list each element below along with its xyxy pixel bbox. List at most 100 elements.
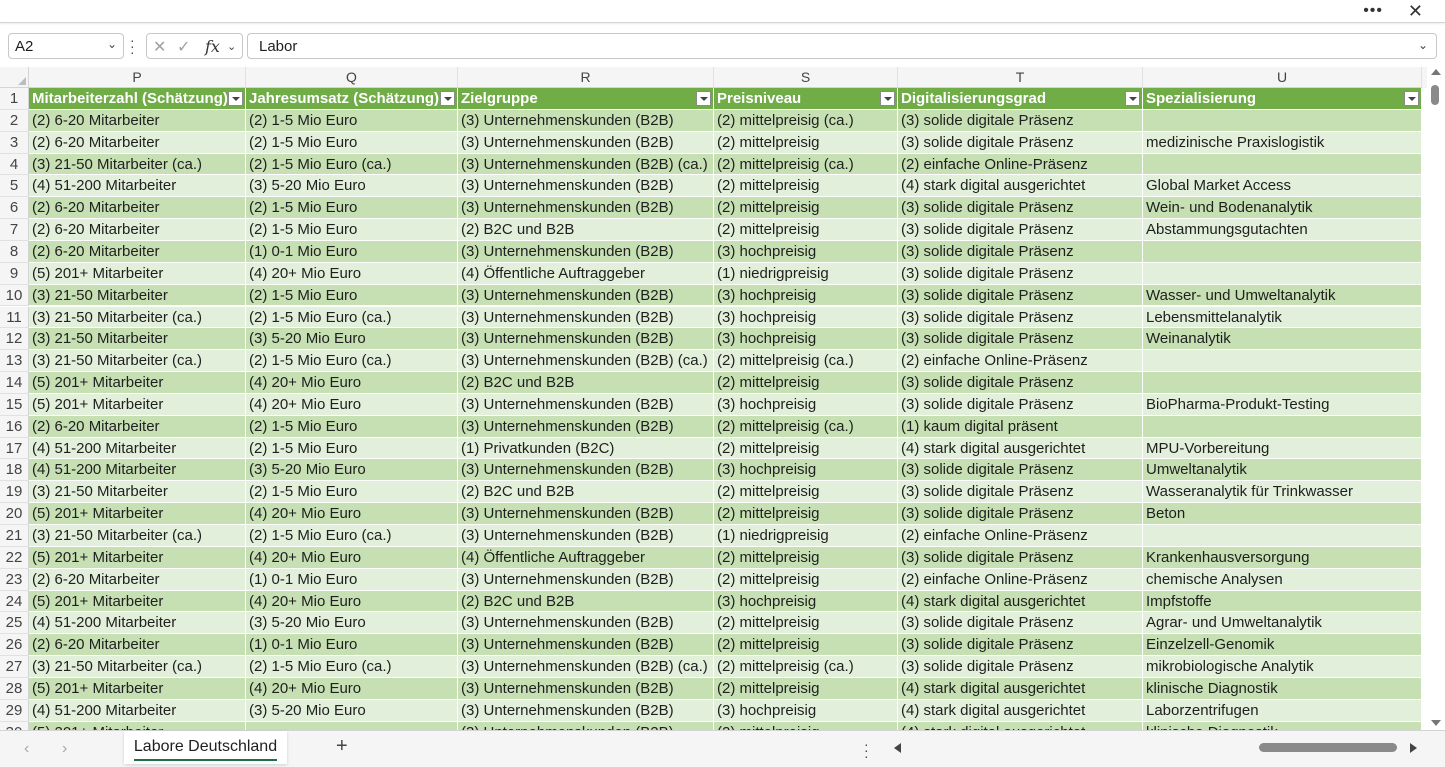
table-cell[interactable]: (2) mittelpreisig [714, 131, 898, 154]
row-number[interactable]: 9 [0, 262, 29, 285]
table-cell[interactable]: (1) niedrigpreisig [714, 525, 898, 547]
table-cell[interactable]: (2) einfache Online-Präsenz [898, 153, 1143, 176]
table-cell[interactable]: Impfstoffe [1143, 590, 1422, 613]
table-cell[interactable]: (2) 6-20 Mitarbeiter [29, 131, 246, 154]
table-cell[interactable]: (3) Unternehmenskunden (B2B) [458, 328, 714, 351]
table-cell[interactable]: (5) 201+ Mitarbeiter [29, 262, 246, 285]
table-cell[interactable]: (3) Unternehmenskunden (B2B) [458, 109, 714, 132]
table-cell[interactable]: (2) mittelpreisig [714, 197, 898, 220]
scroll-thumb[interactable] [1431, 85, 1439, 105]
row-number[interactable]: 22 [0, 546, 29, 569]
table-cell[interactable]: BioPharma-Produkt-Testing [1143, 393, 1422, 416]
row-number[interactable]: 28 [0, 677, 29, 700]
table-cell[interactable]: (1) niedrigpreisig [714, 262, 898, 285]
sheet-tab-labore-deutschland[interactable]: Labore Deutschland [124, 731, 287, 764]
table-cell[interactable]: (3) hochpreisig [714, 328, 898, 351]
name-box[interactable]: A2 ⌄ [8, 33, 124, 59]
table-cell[interactable] [246, 721, 458, 730]
table-cell[interactable]: (4) 51-200 Mitarbeiter [29, 699, 246, 722]
table-cell[interactable]: (3) hochpreisig [714, 459, 898, 482]
table-cell[interactable]: Krankenhausversorgung [1143, 546, 1422, 569]
prev-sheet-icon[interactable]: ‹ [24, 740, 29, 758]
row-number[interactable]: 18 [0, 459, 29, 482]
table-cell[interactable]: Global Market Access [1143, 175, 1422, 198]
table-cell[interactable]: (3) solide digitale Präsenz [898, 372, 1143, 394]
table-cell[interactable]: (3) solide digitale Präsenz [898, 393, 1143, 416]
row-number[interactable]: 3 [0, 131, 29, 154]
table-cell[interactable]: (3) 21-50 Mitarbeiter (ca.) [29, 656, 246, 678]
filter-dropdown-icon[interactable] [1125, 91, 1140, 106]
table-cell[interactable]: (3) 5-20 Mio Euro [246, 328, 458, 351]
table-cell[interactable]: (3) solide digitale Präsenz [898, 481, 1143, 504]
column-header-q[interactable]: Q [246, 67, 458, 88]
table-cell[interactable]: medizinische Praxislogistik [1143, 131, 1422, 154]
table-cell[interactable]: (3) 21-50 Mitarbeiter (ca.) [29, 350, 246, 373]
table-cell[interactable]: Wasser- und Umweltanalytik [1143, 284, 1422, 307]
table-cell[interactable] [1143, 525, 1422, 547]
table-cell[interactable]: (3) Unternehmenskunden (B2B) (ca.) [458, 350, 714, 373]
table-cell[interactable]: (4) 20+ Mio Euro [246, 372, 458, 394]
row-number[interactable]: 13 [0, 350, 29, 373]
table-cell[interactable]: (3) Unternehmenskunden (B2B) (ca.) [458, 153, 714, 176]
table-cell[interactable]: (3) Unternehmenskunden (B2B) [458, 459, 714, 482]
row-number[interactable]: 24 [0, 590, 29, 613]
table-cell[interactable]: Weinanalytik [1143, 328, 1422, 351]
header-cell[interactable]: Spezialisierung [1143, 88, 1422, 110]
table-cell[interactable]: (2) einfache Online-Präsenz [898, 350, 1143, 373]
more-options-icon[interactable]: ••• [1363, 2, 1383, 20]
row-number[interactable]: 11 [0, 306, 29, 329]
table-cell[interactable]: (2) mittelpreisig (ca.) [714, 109, 898, 132]
filter-dropdown-icon[interactable] [440, 91, 455, 106]
table-cell[interactable]: (3) Unternehmenskunden (B2B) [458, 699, 714, 722]
table-cell[interactable]: (3) hochpreisig [714, 306, 898, 329]
table-cell[interactable]: (3) solide digitale Präsenz [898, 503, 1143, 525]
scroll-up-icon[interactable] [1431, 69, 1441, 75]
expand-formula-icon[interactable]: ⌄ [1418, 38, 1428, 52]
filter-dropdown-icon[interactable] [696, 91, 711, 106]
table-cell[interactable]: (5) 201+ Mitarbeiter [29, 546, 246, 569]
table-cell[interactable]: (3) 21-50 Mitarbeiter [29, 328, 246, 351]
table-cell[interactable]: (4) stark digital ausgerichtet [898, 721, 1143, 730]
table-cell[interactable]: (2) mittelpreisig [714, 372, 898, 394]
table-cell[interactable]: (4) stark digital ausgerichtet [898, 175, 1143, 198]
table-cell[interactable]: (4) 20+ Mio Euro [246, 262, 458, 285]
table-cell[interactable] [1143, 372, 1422, 394]
table-cell[interactable]: (3) 21-50 Mitarbeiter (ca.) [29, 153, 246, 176]
table-cell[interactable] [1143, 240, 1422, 263]
table-cell[interactable]: Wasseranalytik für Trinkwasser [1143, 481, 1422, 504]
table-cell[interactable]: (2) B2C und B2B [458, 372, 714, 394]
table-cell[interactable]: (3) Unternehmenskunden (B2B) [458, 240, 714, 263]
table-cell[interactable]: (2) mittelpreisig [714, 175, 898, 198]
table-cell[interactable]: (2) mittelpreisig (ca.) [714, 350, 898, 373]
table-cell[interactable]: (4) Öffentliche Auftraggeber [458, 262, 714, 285]
row-number[interactable]: 5 [0, 175, 29, 198]
table-cell[interactable]: (2) 6-20 Mitarbeiter [29, 568, 246, 591]
row-number[interactable]: 26 [0, 634, 29, 657]
table-cell[interactable]: (2) 1-5 Mio Euro [246, 219, 458, 241]
row-number[interactable]: 16 [0, 415, 29, 438]
table-cell[interactable]: (2) 1-5 Mio Euro [246, 415, 458, 438]
table-cell[interactable]: (2) 6-20 Mitarbeiter [29, 240, 246, 263]
table-cell[interactable]: (3) Unternehmenskunden (B2B) [458, 721, 714, 730]
row-number[interactable]: 10 [0, 284, 29, 307]
table-cell[interactable]: (5) 201+ Mitarbeiter [29, 677, 246, 700]
table-cell[interactable]: (3) Unternehmenskunden (B2B) [458, 393, 714, 416]
table-cell[interactable] [1143, 415, 1422, 438]
column-header-t[interactable]: T [898, 67, 1143, 88]
scroll-right-icon[interactable] [1410, 743, 1417, 753]
table-cell[interactable]: (4) 51-200 Mitarbeiter [29, 175, 246, 198]
chevron-down-icon[interactable]: ⌄ [227, 40, 236, 53]
row-number[interactable]: 12 [0, 328, 29, 351]
table-cell[interactable]: MPU-Vorbereitung [1143, 437, 1422, 460]
filter-dropdown-icon[interactable] [880, 91, 895, 106]
formula-input[interactable]: Labor ⌄ [247, 33, 1437, 59]
table-cell[interactable]: (2) 1-5 Mio Euro (ca.) [246, 525, 458, 547]
insert-function-icon[interactable]: fx [205, 37, 220, 56]
table-cell[interactable]: (5) 201+ Mitarbeiter [29, 590, 246, 613]
table-cell[interactable]: (2) 1-5 Mio Euro (ca.) [246, 350, 458, 373]
table-cell[interactable]: (4) 51-200 Mitarbeiter [29, 612, 246, 635]
row-number[interactable]: 14 [0, 372, 29, 394]
table-cell[interactable]: (2) B2C und B2B [458, 590, 714, 613]
table-cell[interactable]: (2) 1-5 Mio Euro (ca.) [246, 656, 458, 678]
table-cell[interactable]: (3) 5-20 Mio Euro [246, 459, 458, 482]
